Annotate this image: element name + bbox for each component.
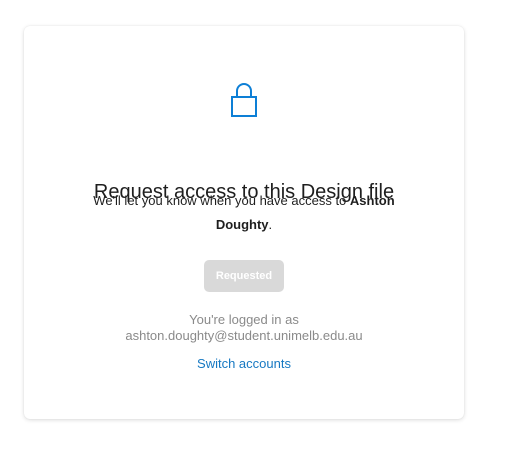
lock-icon [231, 83, 257, 117]
message-prefix: We'll let you know when you have access … [93, 193, 350, 208]
user-email: ashton.doughty@student.unimelb.edu.au [125, 328, 363, 343]
logged-in-info: You're logged in as ashton.doughty@stude… [24, 312, 464, 344]
message-suffix: . [268, 217, 273, 232]
logged-in-label: You're logged in as [189, 312, 299, 327]
access-message: We'll let you know when you have access … [79, 189, 409, 237]
request-access-card: Request access to this Design file We'll… [24, 26, 464, 419]
switch-accounts-link[interactable]: Switch accounts [197, 356, 291, 371]
requested-button[interactable]: Requested [204, 260, 284, 292]
switch-accounts-container: Switch accounts [24, 356, 464, 372]
